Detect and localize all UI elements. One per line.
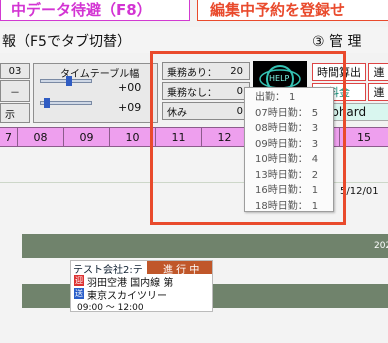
timetable-width-slider-top-thumb[interactable] bbox=[66, 76, 72, 86]
dropoff-tag: 送 bbox=[74, 288, 84, 299]
pickup-tag: 迎 bbox=[74, 275, 84, 286]
hour-label: 7 bbox=[5, 130, 12, 144]
hour-cell[interactable]: 15 bbox=[340, 128, 388, 146]
hour-label: 08 bbox=[33, 130, 48, 144]
hour-label: 15 bbox=[357, 130, 371, 144]
save-pending-label: 中データ待避（F8） bbox=[11, 1, 152, 19]
booking-status-badge: 進 行 中 bbox=[147, 261, 212, 276]
booking-time-range: 09:00 ～ 12:00 bbox=[77, 303, 144, 313]
timetable-width-panel: タイムテーブル幅 +00 +09 bbox=[33, 63, 158, 123]
dropoff-tag-text: 送 bbox=[75, 289, 83, 298]
pickup-tag-text: 迎 bbox=[75, 276, 83, 285]
hour-cell[interactable]: 08 bbox=[18, 128, 64, 146]
register-edit-label: 編集中予約を登録せ bbox=[210, 1, 346, 19]
info-bar-right-label: ③ 管 理 bbox=[312, 34, 362, 50]
offset-plus-00: +00 bbox=[118, 81, 142, 94]
date-fragment: 03 bbox=[8, 65, 22, 77]
connect-button-1[interactable]: 連 bbox=[368, 63, 388, 81]
save-pending-button[interactable]: 中データ待避（F8） bbox=[0, 0, 190, 21]
timeline-year-fragment: 202 bbox=[374, 241, 388, 251]
control-panel: 03 － 示 タイムテーブル幅 +00 +09 bbox=[0, 60, 160, 126]
dash-box[interactable]: － bbox=[0, 80, 30, 102]
info-bar: 報（F5でタブ切替） ③ 管 理 bbox=[0, 27, 388, 53]
connect-button-2[interactable]: 連 bbox=[368, 83, 388, 101]
date-box[interactable]: 03 bbox=[0, 63, 30, 79]
register-edit-button[interactable]: 編集中予約を登録せ bbox=[197, 0, 388, 21]
show-box[interactable]: 示 bbox=[0, 103, 30, 123]
connect-label-2: 連 bbox=[373, 86, 385, 99]
timetable-width-slider-bottom-thumb[interactable] bbox=[44, 98, 50, 108]
offset-plus-09: +09 bbox=[118, 101, 142, 114]
show-fragment: 示 bbox=[5, 109, 15, 121]
connect-label-1: 連 bbox=[373, 66, 385, 79]
info-bar-left-label: 報（F5でタブ切替） bbox=[2, 34, 131, 50]
timeline-band-1[interactable] bbox=[22, 234, 388, 258]
highlight-box bbox=[150, 51, 346, 225]
hour-cell[interactable]: 09 bbox=[64, 128, 110, 146]
hour-label: 10 bbox=[125, 130, 140, 144]
booking-card[interactable]: テスト会社2:テ 進 行 中 迎 羽田空港 国内線 第 送 東京スカイツリー 0… bbox=[70, 260, 213, 313]
hour-cell[interactable]: 7 bbox=[0, 128, 18, 146]
hour-label: 09 bbox=[79, 130, 94, 144]
dash-text: － bbox=[10, 87, 20, 99]
